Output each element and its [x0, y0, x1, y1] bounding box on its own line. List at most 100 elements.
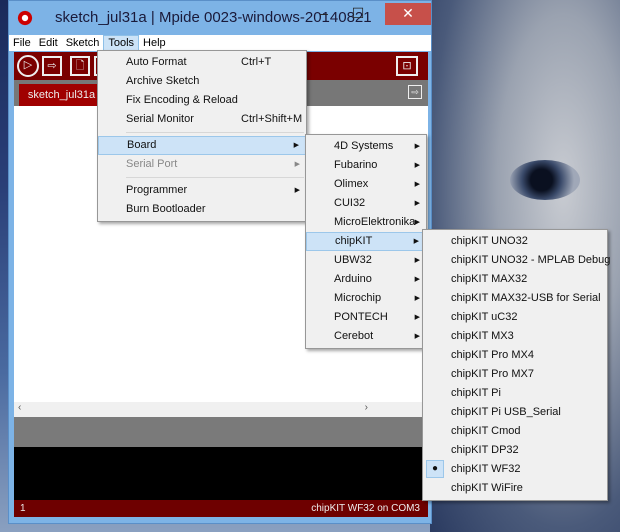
- submenu-arrow-icon: ▶: [414, 295, 420, 302]
- board-item-label: Microchip: [334, 292, 382, 304]
- menu-help[interactable]: Help: [139, 35, 170, 51]
- menu-item-auto-format[interactable]: Auto Format Ctrl+T: [98, 53, 306, 72]
- chipkit-board-item[interactable]: chipKIT MAX32-USB for Serial: [423, 289, 607, 308]
- message-area: [14, 417, 428, 447]
- menu-edit[interactable]: Edit: [35, 35, 62, 51]
- menu-item-serial-monitor[interactable]: Serial Monitor Ctrl+Shift+M: [98, 110, 306, 129]
- board-status: chipKIT WF32 on COM3: [311, 503, 420, 514]
- menu-sketch[interactable]: Sketch: [62, 35, 104, 51]
- new-icon[interactable]: 🗋: [70, 56, 90, 76]
- board-item-label: UBW32: [334, 254, 372, 266]
- scroll-left-icon[interactable]: ‹: [18, 402, 21, 413]
- board-item-label: chipKIT: [335, 235, 373, 247]
- submenu-arrow-icon: ▶: [293, 142, 299, 149]
- board-item[interactable]: CUI32 ▶: [306, 194, 426, 213]
- chipkit-board-item[interactable]: chipKIT UNO32: [423, 232, 607, 251]
- desktop-image-eye: [510, 160, 580, 200]
- chipkit-board-item[interactable]: chipKIT WiFire: [423, 479, 607, 498]
- board-menu: 4D Systems ▶ Fubarino ▶ Olimex ▶ CUI32 ▶ MicroEl…: [305, 134, 427, 349]
- board-item[interactable]: Fubarino ▶: [306, 156, 426, 175]
- submenu-arrow-icon: ▶: [414, 143, 420, 150]
- chipkit-board-item[interactable]: chipKIT Pi: [423, 384, 607, 403]
- close-button[interactable]: ✕: [385, 3, 431, 25]
- board-item[interactable]: Microchip ▶: [306, 289, 426, 308]
- radio-selected-icon: ●: [426, 460, 444, 478]
- menu-item-archive-sketch[interactable]: Archive Sketch: [98, 72, 306, 91]
- submenu-arrow-icon: ▶: [294, 161, 300, 168]
- submenu-arrow-icon: ▶: [414, 162, 420, 169]
- line-number: 1: [20, 503, 26, 514]
- submenu-arrow-icon: ▶: [414, 200, 420, 207]
- menu-bar: File Edit Sketch Tools Help: [9, 35, 431, 51]
- chipkit-board-item[interactable]: chipKIT UNO32 - MPLAB Debug: [423, 251, 611, 270]
- verify-icon[interactable]: ▷: [17, 55, 39, 77]
- board-item[interactable]: UBW32 ▶: [306, 251, 426, 270]
- menu-item-burn-bootloader[interactable]: Burn Bootloader: [98, 200, 306, 219]
- chipkit-board-item[interactable]: chipKIT Pro MX4: [423, 346, 607, 365]
- scroll-right-icon[interactable]: ›: [365, 402, 368, 413]
- chipkit-item-label: chipKIT UNO32: [451, 235, 528, 247]
- menu-file[interactable]: File: [9, 35, 35, 51]
- minimize-button[interactable]: –: [309, 3, 339, 25]
- chipkit-board-item[interactable]: chipKIT Pi USB_Serial: [423, 403, 607, 422]
- board-item[interactable]: PONTECH ▶: [306, 308, 426, 327]
- submenu-arrow-icon: ▶: [414, 181, 420, 188]
- submenu-arrow-icon: ▶: [414, 314, 420, 321]
- menu-item-serial-port[interactable]: Serial Port ▶: [98, 155, 306, 174]
- chipkit-board-item[interactable]: chipKIT Cmod: [423, 422, 607, 441]
- board-item[interactable]: 4D Systems ▶: [306, 137, 426, 156]
- board-item[interactable]: Olimex ▶: [306, 175, 426, 194]
- chipkit-board-item[interactable]: ● chipKIT WF32: [423, 460, 607, 479]
- board-item-label: CUI32: [334, 197, 366, 209]
- chipkit-item-label: chipKIT DP32: [451, 444, 519, 456]
- console: [14, 447, 428, 500]
- chipkit-item-label: chipKIT WiFire: [451, 482, 523, 494]
- chipkit-item-label: chipKIT MAX32: [451, 273, 528, 285]
- menu-item-fix-encoding[interactable]: Fix Encoding & Reload: [98, 91, 306, 110]
- chipkit-item-label: chipKIT Pi USB_Serial: [451, 406, 561, 418]
- chipkit-item-label: chipKIT MX3: [451, 330, 514, 342]
- chipkit-board-item[interactable]: chipKIT MAX32: [423, 270, 607, 289]
- chipkit-board-item[interactable]: chipKIT Pro MX7: [423, 365, 607, 384]
- chipkit-item-label: chipKIT Pi: [451, 387, 501, 399]
- horizontal-scrollbar[interactable]: ‹ ›: [14, 402, 428, 417]
- chipkit-menu: chipKIT UNO32 chipKIT UNO32 - MPLAB Debug…: [422, 229, 611, 501]
- chipkit-item-label: chipKIT MAX32-USB for Serial: [451, 292, 601, 304]
- tab-sketch[interactable]: sketch_jul31a: [19, 84, 104, 106]
- chipkit-item-label: chipKIT UNO32 - MPLAB Debug: [451, 254, 611, 266]
- board-item[interactable]: MicroElektronika ▶: [306, 213, 426, 232]
- submenu-arrow-icon: ▶: [414, 257, 420, 264]
- submenu-arrow-icon: ▶: [414, 219, 420, 226]
- board-item[interactable]: Cerebot ▶: [306, 327, 426, 346]
- chipkit-item-label: chipKIT uC32: [451, 311, 518, 323]
- chipkit-board-item[interactable]: chipKIT DP32: [423, 441, 607, 460]
- app-icon: [17, 9, 33, 26]
- submenu-arrow-icon: ▶: [413, 238, 419, 245]
- board-item[interactable]: Arduino ▶: [306, 270, 426, 289]
- chipkit-item-label: chipKIT Cmod: [451, 425, 521, 437]
- tab-menu-icon[interactable]: ⇨: [408, 85, 422, 99]
- chipkit-board-item[interactable]: chipKIT uC32: [423, 308, 607, 327]
- board-item-label: 4D Systems: [334, 140, 394, 152]
- board-item-label: Cerebot: [334, 330, 374, 342]
- board-item-label: MicroElektronika: [334, 216, 416, 228]
- upload-icon[interactable]: ⇨: [42, 56, 62, 76]
- chipkit-item-label: chipKIT Pro MX7: [451, 368, 534, 380]
- title-bar[interactable]: sketch_jul31a | Mpide 0023-windows-20140…: [9, 1, 431, 34]
- chipkit-item-label: chipKIT Pro MX4: [451, 349, 534, 361]
- board-item[interactable]: chipKIT ▶: [306, 232, 426, 251]
- tools-menu: Auto Format Ctrl+T Archive Sketch Fix Enc…: [97, 50, 307, 222]
- maximize-button[interactable]: ☐: [343, 3, 373, 25]
- separator: [126, 177, 304, 178]
- board-item-label: PONTECH: [334, 311, 388, 323]
- menu-item-programmer[interactable]: Programmer ▶: [98, 181, 306, 200]
- chipkit-board-item[interactable]: chipKIT MX3: [423, 327, 607, 346]
- board-item-label: Arduino: [334, 273, 372, 285]
- submenu-arrow-icon: ▶: [414, 333, 420, 340]
- menu-item-board[interactable]: Board ▶: [98, 136, 306, 155]
- submenu-arrow-icon: ▶: [414, 276, 420, 283]
- serial-monitor-icon[interactable]: ⊡: [396, 56, 418, 76]
- menu-tools[interactable]: Tools: [103, 35, 140, 51]
- chipkit-item-label: chipKIT WF32: [451, 463, 521, 475]
- board-item-label: Olimex: [334, 178, 369, 190]
